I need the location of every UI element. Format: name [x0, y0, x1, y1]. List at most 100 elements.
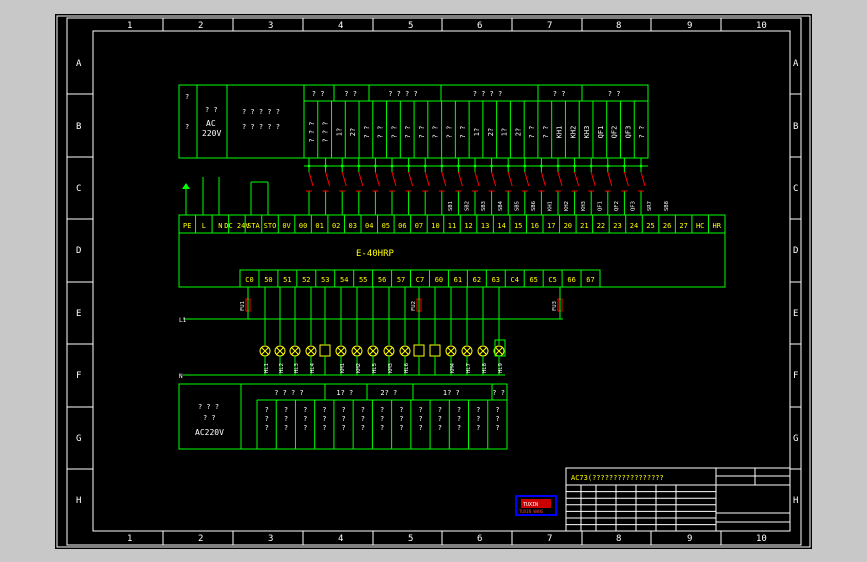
input-wiring: SB1 SB2 SB3 SB4 SB5 SB6 KH1 KH2 KH3 QF1 QF2 QF3 SR7 S…	[182, 158, 670, 215]
row-label-left: G	[76, 434, 81, 444]
bottom-column-text: ?	[399, 406, 403, 414]
top-group-header: ? ?	[344, 90, 357, 98]
top-column-text: 1?	[335, 128, 343, 136]
plc-top-terminal: 0V	[282, 222, 291, 230]
bottom-column-text: ?	[361, 415, 365, 423]
plc-bottom-terminal: 56	[378, 276, 386, 284]
row-label-right: D	[793, 246, 798, 256]
bottom-column-text: ?	[457, 415, 461, 423]
input-device-label: KH3	[581, 201, 587, 211]
output-device-label: HL9	[498, 363, 504, 373]
bottom-column-text: ?	[342, 424, 346, 432]
top-column-text: 1?	[501, 128, 509, 136]
input-device-label: SB8	[664, 201, 670, 211]
output-device-label: HL1	[264, 363, 270, 373]
plc-top-terminal: 07	[415, 222, 423, 230]
plc-top-terminal: PE	[183, 222, 191, 230]
bottom-power-line3: AC220V	[195, 428, 224, 437]
plc-bottom-terminal: 50	[264, 276, 272, 284]
plc-bottom-terminal: C0	[245, 276, 253, 284]
bottom-column-text: ?	[380, 406, 384, 414]
output-device-label: KM1	[340, 363, 346, 373]
col-label-top: 9	[687, 21, 692, 31]
plc-top-terminal: 20	[564, 222, 572, 230]
bottom-column-text: ?	[380, 415, 384, 423]
col-label-bottom: 6	[477, 534, 482, 544]
col-label-bottom: 9	[687, 534, 692, 544]
plc-bottom-terminal: 62	[473, 276, 481, 284]
plc-top-terminal: 06	[398, 222, 406, 230]
bottom-column-text: ?	[495, 415, 499, 423]
bottom-column-text: ?	[342, 415, 346, 423]
input-device-label: QF2	[614, 201, 620, 211]
top-group-header: ? ?	[312, 90, 325, 98]
bottom-column-text: ?	[476, 406, 480, 414]
input-device-label: QF3	[631, 201, 637, 211]
output-device-label: HL5	[372, 363, 378, 373]
top-column-text: QF2	[611, 126, 619, 139]
top-column-text: ? ?	[638, 126, 646, 139]
plc-top-terminal: N	[218, 222, 222, 230]
rail-l-label: L1	[179, 317, 187, 324]
fuse-label: FU3	[552, 301, 558, 311]
input-device-label: SB1	[448, 201, 454, 211]
plc-bottom-terminal: C7	[416, 276, 424, 284]
plc-top-terminal: HR	[713, 222, 722, 230]
bottom-column-text: ?	[438, 406, 442, 414]
top-table-columns: ? ? ? ? ? ? 1? 2? ? ? ? ? ? ? ? ? ? ? ? ? ? ? ? ? 1?…	[303, 101, 646, 158]
plc-top-terminal: 16	[531, 222, 539, 230]
top-table-power-cell: ? ? ? ? AC 220V ? ? ? ? ? ? ? ? ? ?	[185, 93, 280, 138]
top-power-line1: ? ?	[205, 106, 218, 114]
top-group-header: ? ?	[553, 90, 566, 98]
plc-top-terminal: 11	[448, 222, 456, 230]
bottom-table-groups: ? ? ? ? 1? ? 2? ? 1? ? ? ?	[274, 384, 508, 400]
output-device-label: HL3	[294, 363, 300, 373]
plc-top-terminal: 04	[365, 222, 373, 230]
stamp-line2: TUXIN WANG	[519, 509, 544, 514]
bottom-column-text: ?	[457, 406, 461, 414]
col-label-top: 5	[408, 21, 413, 31]
top-power-q2: ?	[185, 123, 189, 131]
bottom-column-text: ?	[495, 424, 499, 432]
row-label-left: E	[76, 309, 81, 319]
col-label-top: 8	[616, 21, 621, 31]
col-label-bottom: 3	[268, 534, 273, 544]
bottom-table-columns: ???????????????????????????????????????	[256, 400, 500, 449]
plc-top-terminal: 13	[481, 222, 489, 230]
top-column-text: KH3	[583, 126, 591, 139]
plc-bottom-terminals: C0 50 51 52 53 54 55 56 57 C7 60 61 62 63 C4 65 C5 66 67	[239, 269, 601, 288]
output-device-label: HL8	[482, 363, 488, 373]
col-label-bottom: 2	[198, 534, 203, 544]
row-label-left: F	[76, 371, 81, 381]
outer-border	[56, 15, 811, 548]
col-label-top: 7	[547, 21, 552, 31]
input-device-label: SB2	[465, 201, 471, 211]
top-column-text: 2?	[487, 128, 495, 136]
col-label-bottom: 5	[408, 534, 413, 544]
bottom-column-text: ?	[476, 424, 480, 432]
bottom-column-text: ?	[303, 415, 307, 423]
top-column-text: 2?	[514, 128, 522, 136]
bottom-column-text: ?	[399, 415, 403, 423]
plc-top-terminal: 23	[613, 222, 621, 230]
plc-bottom-terminal: 65	[529, 276, 537, 284]
col-label-bottom: 10	[756, 534, 767, 544]
col-label-top: 1	[127, 21, 132, 31]
bottom-power-line1: ? ? ?	[198, 403, 219, 411]
top-power-line3: 220V	[202, 129, 221, 138]
row-label-right: F	[793, 371, 798, 381]
plc-top-terminal: 14	[497, 222, 505, 230]
col-label-bottom: 4	[338, 534, 343, 544]
input-device-label: KH1	[548, 201, 554, 211]
bottom-column-text: ?	[476, 415, 480, 423]
plc-top-terminal: 25	[646, 222, 654, 230]
input-device-label: QF1	[597, 201, 603, 211]
bottom-column-text: ?	[284, 424, 288, 432]
col-label-bottom: 7	[547, 534, 552, 544]
row-label-right: G	[793, 434, 798, 444]
plc-bottom-terminal: 61	[454, 276, 462, 284]
plc-bottom-terminal: 63	[492, 276, 500, 284]
row-label-right: E	[793, 309, 798, 319]
bottom-column-text: ?	[457, 424, 461, 432]
top-column-text: ? ?	[390, 126, 398, 139]
